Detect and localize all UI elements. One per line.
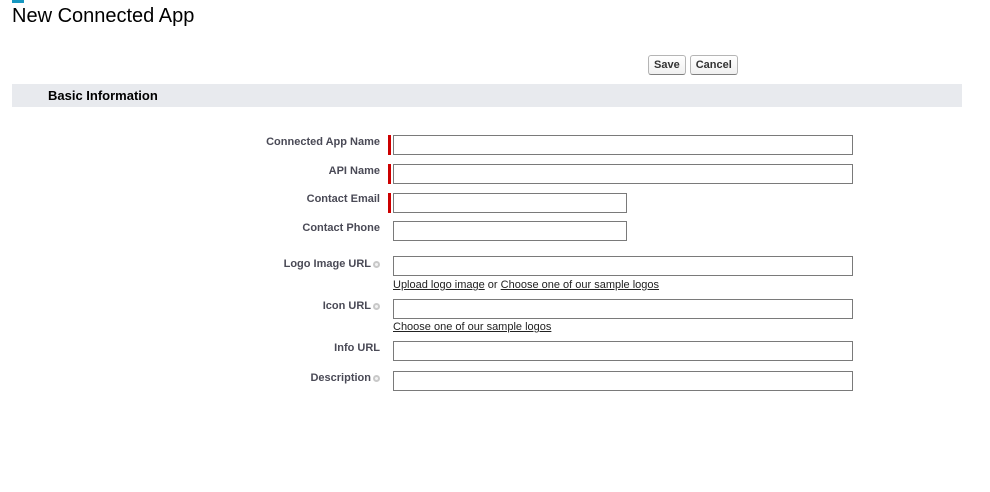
logo-links: Upload logo image or Choose one of our s… bbox=[393, 279, 659, 291]
contact-phone-label: Contact Phone bbox=[302, 222, 380, 234]
api-name-label: API Name bbox=[328, 165, 380, 177]
description-label: Description bbox=[310, 372, 380, 384]
app-name-input[interactable] bbox=[393, 135, 853, 155]
api-name-input[interactable] bbox=[393, 164, 853, 184]
save-button[interactable]: Save bbox=[648, 55, 686, 75]
app-name-required-indicator bbox=[388, 135, 391, 155]
icon-links: Choose one of our sample logos bbox=[393, 321, 551, 333]
info-url-input[interactable] bbox=[393, 341, 853, 361]
title-accent-icon bbox=[12, 0, 24, 3]
icon-url-label: Icon URL bbox=[323, 300, 380, 312]
section-header: Basic Information bbox=[12, 84, 962, 107]
contact-email-label: Contact Email bbox=[306, 193, 380, 205]
app-name-label: Connected App Name bbox=[266, 136, 380, 148]
choose-sample-icon-logos-link[interactable]: Choose one of our sample logos bbox=[393, 321, 551, 333]
contact-phone-input[interactable] bbox=[393, 221, 627, 241]
choose-sample-logos-link[interactable]: Choose one of our sample logos bbox=[501, 279, 659, 291]
or-text: or bbox=[487, 279, 498, 291]
cancel-button[interactable]: Cancel bbox=[689, 55, 738, 75]
logo-url-label: Logo Image URL bbox=[284, 258, 380, 270]
logo-url-input[interactable] bbox=[393, 256, 853, 276]
description-input[interactable] bbox=[393, 371, 853, 391]
info-url-label: Info URL bbox=[334, 342, 380, 354]
help-icon[interactable] bbox=[373, 261, 380, 268]
section-title: Basic Information bbox=[48, 88, 158, 103]
contact-email-required-indicator bbox=[388, 193, 391, 213]
page-title: New Connected App bbox=[12, 5, 195, 27]
page: New Connected App Save Cancel Basic Info… bbox=[0, 0, 990, 492]
contact-email-input[interactable] bbox=[393, 193, 627, 213]
upload-logo-link[interactable]: Upload logo image bbox=[393, 279, 485, 291]
help-icon[interactable] bbox=[373, 303, 380, 310]
icon-url-input[interactable] bbox=[393, 299, 853, 319]
api-name-required-indicator bbox=[388, 164, 391, 184]
help-icon[interactable] bbox=[373, 375, 380, 382]
top-button-row: Save Cancel bbox=[648, 55, 738, 75]
